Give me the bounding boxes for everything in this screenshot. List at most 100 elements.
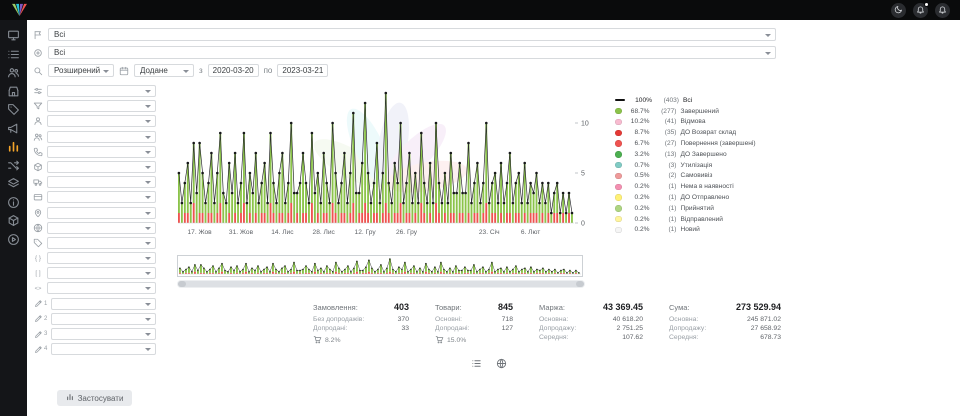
integrations-nav-icon[interactable] <box>7 177 20 190</box>
analytics-nav-icon[interactable] <box>7 140 20 153</box>
apply-button[interactable]: Застосувати <box>57 390 133 406</box>
product-filter-select[interactable] <box>47 161 156 173</box>
alerts-button[interactable] <box>935 3 950 18</box>
legend-item[interactable]: 0.2%(1)Прийнятий <box>615 203 807 214</box>
legend-item[interactable]: 3.2%(13)ДО Завершено <box>615 149 807 160</box>
list-view-button[interactable] <box>471 358 482 369</box>
custom-field-2-select[interactable] <box>51 313 156 325</box>
phone-filter-select[interactable] <box>47 146 156 158</box>
custom-field-1-select[interactable] <box>51 298 156 310</box>
map-view-button[interactable] <box>496 358 507 369</box>
customers-nav-icon[interactable] <box>7 66 20 79</box>
payment-filter-select[interactable] <box>47 191 156 203</box>
location-filter-select[interactable] <box>47 207 156 219</box>
color-swatch <box>615 151 622 158</box>
chevron-down-icon <box>145 90 151 93</box>
theme-toggle-button[interactable] <box>891 3 906 18</box>
globe-filter-select[interactable] <box>47 222 156 234</box>
search-mode-select[interactable]: Розширений <box>48 64 114 77</box>
legend-item[interactable]: 0.5%(2)Самовивіз <box>615 171 807 182</box>
chevron-down-icon <box>145 287 151 290</box>
stat-col: Маржа:43 369.45Основна:40 618.20Допродаж… <box>539 302 643 346</box>
notifications-button[interactable] <box>913 3 928 18</box>
custom-filter-list: 1234 <box>33 298 156 359</box>
color-swatch <box>615 194 622 201</box>
variable-filter-select[interactable] <box>47 282 156 294</box>
orders-chart[interactable]: 051017. Жов31. Жов14. Лис28. Лис12. Гру2… <box>175 87 611 247</box>
chart-icon <box>66 393 74 403</box>
legend-item[interactable]: 0.2%(1)Нема в наявності <box>615 181 807 192</box>
notification-badge <box>924 2 929 7</box>
date-field-select[interactable]: Додане <box>134 64 194 77</box>
custom-field-4-select[interactable] <box>51 343 156 355</box>
funnel-filter-select[interactable] <box>47 100 156 112</box>
tags-nav-icon[interactable] <box>7 103 20 116</box>
phone-icon <box>33 147 43 157</box>
legend-item[interactable]: 6.7%(27)Повернення (завершені) <box>615 138 807 149</box>
delivery-filter-select[interactable] <box>47 176 156 188</box>
info-nav-icon[interactable] <box>7 196 20 209</box>
brackets-filter-select[interactable] <box>47 267 156 279</box>
legend-item[interactable]: 0.2%(1)Новий <box>615 225 807 236</box>
color-swatch <box>615 216 622 223</box>
chevron-down-icon <box>145 181 151 184</box>
status-filter-select[interactable]: Всі <box>48 46 776 59</box>
sliders-filter-select[interactable] <box>47 85 156 97</box>
store-nav-icon[interactable] <box>7 85 20 98</box>
cart-icon <box>435 335 444 346</box>
legend-item[interactable]: 0.2%(1)ДО Отправлено <box>615 192 807 203</box>
braces-filter-select[interactable] <box>47 252 156 264</box>
filter-panel: { }[ ]<> 1234 Застосувати <box>27 81 163 416</box>
bell-icon <box>938 5 947 16</box>
main-area: 051017. Жов31. Жов14. Лис28. Лис12. Гру2… <box>163 81 960 416</box>
overview-chart[interactable] <box>177 255 583 277</box>
sliders-icon <box>33 86 43 96</box>
team-filter-select[interactable] <box>47 131 156 143</box>
scrollbar-grip-right[interactable] <box>576 281 584 287</box>
date-from-input[interactable]: 2020-03-20 <box>208 64 259 77</box>
color-swatch <box>615 173 622 180</box>
user-filter-select[interactable] <box>47 115 156 127</box>
dashboard-nav-icon[interactable] <box>7 29 20 42</box>
color-swatch <box>615 162 622 169</box>
custom-field-number: 4 <box>44 346 47 352</box>
svg-text:{ }: { } <box>35 255 41 262</box>
chevron-down-icon <box>145 272 151 275</box>
chart-scrollbar[interactable] <box>177 280 585 288</box>
chevron-down-icon <box>145 257 151 260</box>
legend-item[interactable]: 8.7%(35)ДО Возврат склад <box>615 127 807 138</box>
chevron-down-icon <box>145 136 151 139</box>
app-logo[interactable] <box>12 3 27 17</box>
flag-icon <box>33 30 43 40</box>
stat-col: Товари:845Основні:718Допродані:12715.0% <box>435 302 513 346</box>
svg-text:0: 0 <box>581 220 585 227</box>
legend-item[interactable]: 0.2%(1)Відправлений <box>615 214 807 225</box>
target-icon <box>33 48 43 58</box>
scrollbar-grip-left[interactable] <box>178 281 186 287</box>
legend-item[interactable]: 0.7%(3)Утилізація <box>615 160 807 171</box>
date-to-input[interactable]: 2023-03-21 <box>277 64 328 77</box>
funnel-icon <box>33 101 43 111</box>
media-nav-icon[interactable] <box>7 233 20 246</box>
variable-icon: <> <box>33 283 43 293</box>
view-toggles <box>471 358 960 369</box>
marketing-nav-icon[interactable] <box>7 122 20 135</box>
orders-filter-select[interactable]: Всі <box>48 28 776 41</box>
tag-icon <box>33 238 43 248</box>
orders-nav-icon[interactable] <box>7 48 20 61</box>
stat-col: Сума:273 529.94Основна:245 871.02Допрода… <box>669 302 781 346</box>
chevron-down-icon <box>145 242 151 245</box>
legend-item[interactable]: 100%(403)Всі <box>615 95 807 106</box>
chevron-down-icon <box>145 151 151 154</box>
pencil-icon <box>33 299 43 309</box>
scrollbar-handle[interactable] <box>178 281 584 287</box>
legend-item[interactable]: 68.7%(277)Завершений <box>615 106 807 117</box>
moon-icon <box>894 5 903 16</box>
automation-nav-icon[interactable] <box>7 159 20 172</box>
tag-filter-select[interactable] <box>47 237 156 249</box>
custom-field-3-select[interactable] <box>51 328 156 340</box>
legend-item[interactable]: 10.2%(41)Відмова <box>615 117 807 128</box>
chevron-down-icon <box>103 70 109 73</box>
color-swatch <box>615 130 622 137</box>
products-nav-icon[interactable] <box>7 214 20 227</box>
